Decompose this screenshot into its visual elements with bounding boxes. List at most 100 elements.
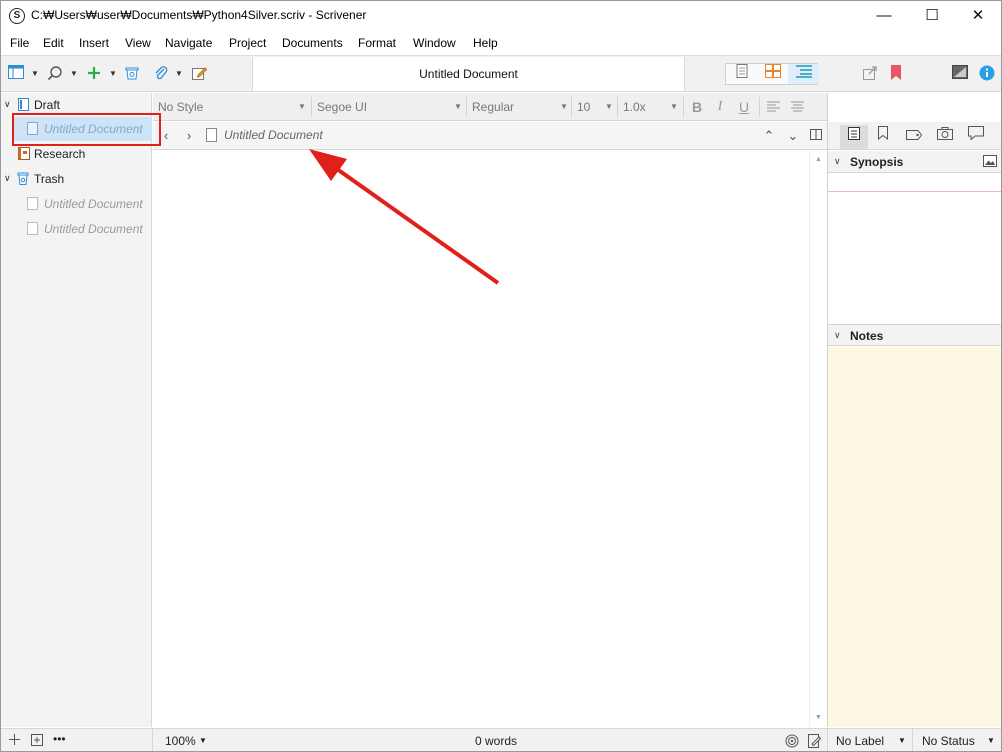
bold-button[interactable]: B [689, 97, 705, 117]
edit-note-icon[interactable] [808, 734, 822, 751]
snapshot-camera-icon[interactable] [931, 125, 959, 149]
menu-project[interactable]: Project [229, 36, 266, 50]
info-icon[interactable] [978, 65, 996, 83]
menu-window[interactable]: Window [413, 36, 456, 50]
binder-item-trash-document-2[interactable]: Untitled Document [1, 217, 152, 241]
zoom-select[interactable]: 100% [165, 734, 196, 748]
chevron-down-icon[interactable]: ▼ [31, 65, 39, 83]
chevron-down-icon[interactable]: ▼ [605, 96, 613, 118]
editor-header: ‹ › Untitled Document ⌃ ⌄ [153, 122, 827, 150]
close-button[interactable]: ✕ [955, 1, 1001, 31]
synopsis-text-area[interactable] [828, 173, 1001, 323]
scrivenings-view-icon[interactable] [726, 64, 757, 84]
binder-sidebar: ∨ Draft Untitled Document Research ∨ Tra… [1, 93, 152, 727]
chevron-down-icon[interactable]: ∨ [834, 156, 841, 167]
document-icon [27, 197, 38, 210]
menu-documents[interactable]: Documents [282, 36, 343, 50]
divider [617, 97, 618, 117]
chevron-up-icon[interactable]: ⌃ [761, 126, 777, 146]
trash-icon[interactable] [123, 65, 141, 83]
binder-item-trash[interactable]: ∨ Trash [1, 167, 152, 191]
view-mode-group [725, 63, 819, 85]
chevron-down-icon[interactable]: ▼ [175, 65, 183, 83]
divider [466, 97, 467, 117]
chevron-down-icon[interactable]: ▼ [109, 65, 117, 83]
font-size-select[interactable]: 10 [577, 96, 590, 118]
composition-mode-icon[interactable] [951, 65, 969, 83]
underline-button[interactable]: U [736, 97, 752, 117]
italic-button[interactable]: I [712, 97, 728, 117]
view-layout-icon[interactable] [7, 65, 25, 83]
chevron-down-icon[interactable]: ▼ [898, 736, 906, 745]
chevron-down-icon[interactable]: ▼ [70, 65, 78, 83]
image-icon[interactable] [983, 155, 997, 170]
menu-file[interactable]: File [10, 36, 29, 50]
split-editor-icon[interactable] [808, 126, 824, 146]
target-icon[interactable] [785, 734, 799, 751]
divider [311, 97, 312, 117]
font-weight-select[interactable]: Regular [472, 96, 514, 118]
binder-item-trash-document-1[interactable]: Untitled Document [1, 192, 152, 216]
scroll-down-icon[interactable]: ▼ [810, 711, 827, 725]
share-icon[interactable] [861, 65, 879, 83]
menu-edit[interactable]: Edit [43, 36, 64, 50]
editor-text-area[interactable] [153, 151, 809, 727]
menu-view[interactable]: View [125, 36, 151, 50]
add-icon[interactable] [9, 734, 20, 748]
document-title-display[interactable]: Untitled Document [252, 57, 685, 91]
menu-navigate[interactable]: Navigate [165, 36, 212, 50]
bookmark-icon[interactable] [887, 65, 905, 83]
status-select[interactable]: No Status [922, 734, 975, 748]
edit-note-icon[interactable] [190, 65, 208, 83]
bookmark-tab-icon[interactable] [869, 125, 897, 149]
label-select[interactable]: No Label [836, 734, 884, 748]
search-icon[interactable] [46, 65, 64, 83]
notes-header[interactable]: ∨ Notes [828, 324, 1001, 346]
chevron-down-icon[interactable]: ⌄ [785, 126, 801, 146]
synopsis-header[interactable]: ∨ Synopsis [828, 151, 1001, 173]
maximize-button[interactable]: ☐ [909, 1, 955, 31]
add-folder-icon[interactable] [31, 734, 43, 749]
chevron-down-icon[interactable]: ▼ [670, 96, 678, 118]
editor-document-title[interactable]: Untitled Document [224, 128, 323, 142]
main-toolbar: ▼ ▼ ▼ ▼ Untitled Document [1, 55, 1001, 92]
corkboard-view-icon[interactable] [757, 64, 788, 84]
notes-label: Notes [850, 329, 884, 343]
divider [571, 97, 572, 117]
trash-icon [17, 172, 29, 185]
chevron-down-icon[interactable]: ▼ [987, 736, 995, 745]
more-options-icon[interactable]: ••• [53, 732, 66, 746]
menu-format[interactable]: Format [358, 36, 396, 50]
divider [827, 729, 828, 751]
align-center-icon[interactable] [789, 97, 805, 117]
metadata-tag-icon[interactable] [900, 125, 928, 149]
chevron-down-icon[interactable]: ∨ [834, 330, 841, 341]
comments-icon[interactable] [962, 125, 990, 149]
scroll-up-icon[interactable]: ▲ [810, 153, 827, 167]
notes-tab-icon[interactable] [840, 125, 868, 149]
paperclip-icon[interactable] [152, 65, 170, 83]
align-left-icon[interactable] [765, 97, 781, 117]
forward-arrow-icon[interactable]: › [181, 126, 197, 146]
chevron-down-icon[interactable]: ▼ [199, 736, 207, 745]
editor-scrollbar[interactable]: ▲ ▼ [809, 151, 826, 727]
binder-item-label: Draft [34, 98, 61, 112]
divider [828, 191, 1001, 192]
binder-item-label: Untitled Document [44, 222, 143, 236]
chevron-down-icon[interactable]: ▼ [298, 96, 306, 118]
line-spacing-select[interactable]: 1.0x [623, 96, 646, 118]
chevron-down-icon[interactable]: ∨ [4, 99, 14, 109]
research-folder-icon [18, 147, 30, 160]
minimize-button[interactable]: — [861, 1, 907, 31]
notes-text-area[interactable] [828, 347, 1001, 727]
chevron-down-icon[interactable]: ▼ [560, 96, 568, 118]
chevron-down-icon[interactable]: ▼ [454, 96, 462, 118]
outliner-view-icon[interactable] [788, 64, 819, 84]
add-icon[interactable] [85, 65, 103, 83]
menu-insert[interactable]: Insert [79, 36, 109, 50]
chevron-down-icon[interactable]: ∨ [4, 173, 14, 183]
binder-item-label: Untitled Document [44, 197, 143, 211]
style-select[interactable]: No Style [158, 96, 203, 118]
font-family-select[interactable]: Segoe UI [317, 96, 367, 118]
menu-help[interactable]: Help [473, 36, 498, 50]
